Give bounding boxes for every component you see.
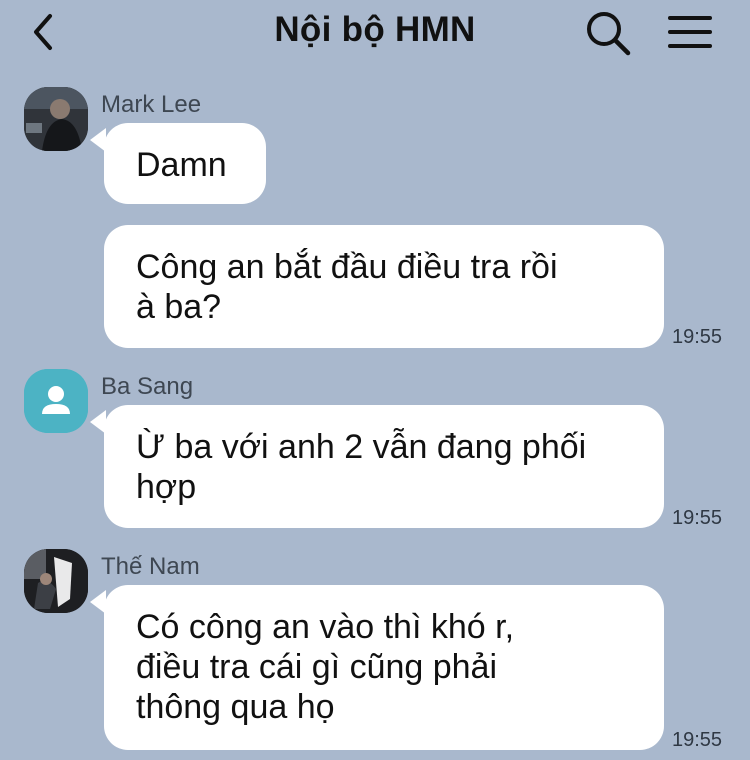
hamburger-menu-icon — [668, 16, 712, 48]
message-text: Damn — [136, 146, 227, 184]
message-timestamp: 19:55 — [672, 729, 723, 751]
message-timestamp: 19:55 — [672, 326, 723, 348]
message-bubble[interactable]: Có công an vào thì khó r, điều tra cái g… — [104, 585, 664, 750]
chat-title: Nội bộ HMN — [274, 10, 476, 49]
photo-avatar — [24, 549, 88, 613]
message-bubble[interactable]: Damn — [104, 123, 266, 204]
avatar-ba-sang[interactable] — [24, 369, 88, 433]
search-icon — [587, 12, 631, 56]
message-bubble[interactable]: Công an bắt đầu điều tra rồi à ba? — [104, 225, 664, 348]
avatar-the-nam[interactable] — [24, 549, 88, 613]
menu-button[interactable] — [666, 10, 714, 54]
sender-name-mark-lee: Mark Lee — [101, 91, 202, 118]
message-text: Công an bắt đầu điều tra rồi à ba? — [136, 248, 558, 326]
default-user-avatar — [24, 369, 88, 433]
message-bubble[interactable]: Ừ ba với anh 2 vẫn đang phối hợp — [104, 405, 664, 528]
chat-header: Nội bộ HMN — [0, 0, 750, 66]
message-timestamp: 19:55 — [672, 507, 723, 529]
search-button[interactable] — [583, 8, 633, 58]
photo-avatar — [24, 87, 88, 151]
avatar-mark-lee[interactable] — [24, 87, 88, 151]
sender-name-ba-sang: Ba Sang — [101, 373, 194, 400]
sender-name-the-nam: Thế Nam — [101, 553, 200, 580]
message-text: Ừ ba với anh 2 vẫn đang phối hợp — [136, 428, 587, 506]
message-text: Có công an vào thì khó r, điều tra cái g… — [136, 608, 515, 726]
